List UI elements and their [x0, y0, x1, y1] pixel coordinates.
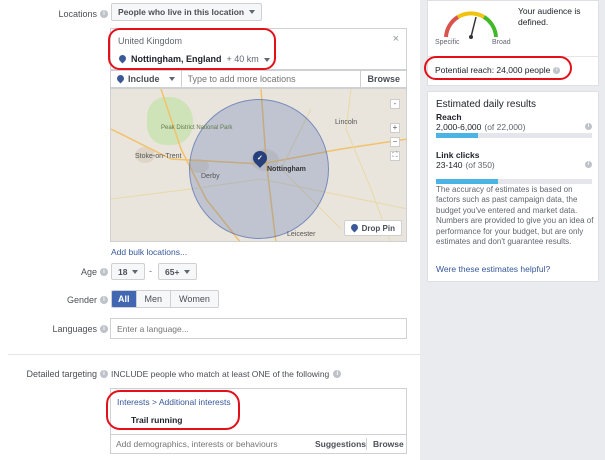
- info-icon[interactable]: i: [100, 268, 108, 276]
- fullscreen-icon[interactable]: ⛶: [390, 151, 400, 161]
- age-label: Age i: [81, 267, 108, 277]
- link-clicks-bar: [436, 179, 592, 184]
- reach-bar: [436, 133, 592, 138]
- info-icon[interactable]: i: [585, 161, 592, 168]
- caret-down-icon: [184, 269, 191, 274]
- add-location-input[interactable]: [181, 74, 361, 84]
- clicks-value: 23-140: [436, 160, 463, 170]
- audience-defined-text: Your audience is defined.: [518, 6, 581, 27]
- age-min-dropdown[interactable]: 18: [111, 263, 146, 280]
- reach-label: Reach: [436, 112, 462, 122]
- caret-down-icon: [132, 269, 139, 274]
- reach-values: 2,000-6,000 (of 22,000): [436, 122, 526, 132]
- estimated-results-card: Estimated daily results Reach 2,000-6,00…: [427, 91, 599, 282]
- map-place-label: Stoke-on-Trent: [135, 153, 182, 160]
- age-max-dropdown[interactable]: 65+: [158, 263, 198, 280]
- map-place-label: Leicester: [287, 231, 316, 238]
- specific-label: Specific: [435, 39, 460, 46]
- zoom-in-icon[interactable]: +: [390, 123, 400, 133]
- age-separator: -: [149, 266, 152, 276]
- right-panel: Specific Broad Your audience is defined.…: [420, 0, 605, 460]
- gender-all-button[interactable]: All: [112, 291, 136, 307]
- map-place-label: Lincoln: [335, 119, 358, 126]
- map-place-label: Derby: [201, 173, 220, 180]
- add-location-bar: Include Browse: [110, 70, 407, 88]
- info-icon[interactable]: i: [333, 370, 342, 378]
- clicks-total: (of 350): [465, 160, 495, 170]
- caret-down-icon: [168, 77, 175, 81]
- browse-locations-button[interactable]: Browse: [360, 71, 406, 87]
- pin-icon: [117, 75, 124, 84]
- reach-bar-fill: [436, 133, 479, 138]
- radius-circle: [189, 99, 329, 239]
- info-icon[interactable]: i: [100, 10, 108, 18]
- languages-label: Languages i: [52, 324, 108, 334]
- gender-segmented-control: All Men Women: [111, 290, 219, 308]
- pin-icon: [351, 224, 358, 233]
- estimates-feedback-link[interactable]: Were these estimates helpful?: [436, 264, 550, 274]
- gender-label: Gender i: [67, 295, 108, 305]
- estimates-disclaimer: The accuracy of estimates is based on fa…: [436, 185, 594, 247]
- info-icon[interactable]: i: [100, 325, 108, 333]
- zoom-out-icon[interactable]: −: [390, 137, 400, 147]
- include-dropdown[interactable]: Include: [111, 71, 182, 87]
- map-place-label: Nottingham: [267, 166, 306, 173]
- info-icon[interactable]: i: [100, 296, 108, 304]
- info-icon[interactable]: i: [585, 123, 592, 130]
- detailed-targeting-label: Detailed targeting i: [26, 369, 108, 379]
- check-icon: ✓: [257, 155, 263, 162]
- browse-interests-button[interactable]: Browse: [373, 439, 404, 449]
- drop-pin-button[interactable]: Drop Pin: [343, 220, 402, 236]
- info-icon[interactable]: i: [100, 370, 108, 378]
- link-clicks-bar-fill: [436, 179, 499, 184]
- reach-value: 2,000-6,000: [436, 122, 482, 132]
- close-icon[interactable]: ×: [393, 33, 399, 45]
- location-type-dropdown[interactable]: People who live in this location: [111, 3, 263, 21]
- suggestions-button[interactable]: Suggestions: [315, 439, 366, 449]
- link-clicks-label: Link clicks: [436, 150, 480, 160]
- detailed-targeting-description: INCLUDE people who match at least ONE of…: [111, 369, 342, 379]
- broad-label: Broad: [492, 39, 511, 46]
- language-input[interactable]: [110, 318, 407, 339]
- box-divider: [111, 434, 406, 435]
- section-divider: [8, 354, 420, 355]
- gender-women-button[interactable]: Women: [170, 291, 218, 307]
- gender-men-button[interactable]: Men: [135, 291, 171, 307]
- caret-down-icon: [249, 10, 256, 14]
- zoom-out-top-icon[interactable]: -: [390, 99, 400, 109]
- add-bulk-locations-link[interactable]: Add bulk locations...: [111, 247, 187, 257]
- map-place-label: Peak District National Park: [161, 125, 233, 131]
- locations-label: Locations i: [58, 9, 108, 19]
- highlight-ring: [424, 56, 572, 80]
- highlight-ring: [106, 390, 240, 430]
- location-map[interactable]: Peak District National Park Stoke-on-Tre…: [110, 88, 407, 242]
- reach-total: (of 22,000): [484, 122, 526, 132]
- button-separator: [366, 438, 367, 450]
- audience-gauge: [444, 11, 498, 39]
- estimates-title: Estimated daily results: [436, 99, 537, 110]
- detailed-targeting-input[interactable]: [116, 437, 306, 451]
- highlight-ring: [108, 28, 276, 70]
- link-clicks-values: 23-140 (of 350): [436, 160, 495, 170]
